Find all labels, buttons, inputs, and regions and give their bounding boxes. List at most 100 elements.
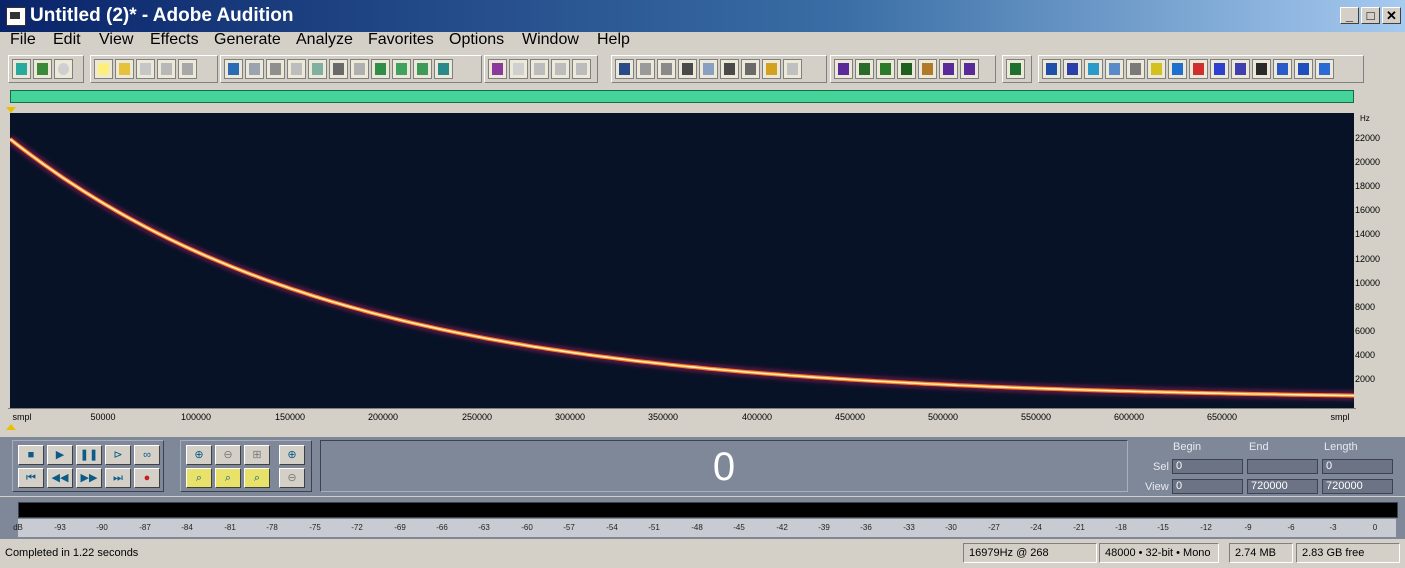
plugin-ff-icon[interactable]	[1168, 59, 1187, 79]
spectral-display[interactable]	[10, 113, 1355, 408]
menu-window[interactable]: Window	[522, 31, 579, 49]
zoom-right-icon[interactable]: ⌕	[244, 468, 270, 488]
waveform-view-icon[interactable]	[12, 59, 31, 79]
start-marker-bottom-icon[interactable]	[6, 424, 16, 430]
level-meter-icon[interactable]	[762, 59, 781, 79]
paste-icon[interactable]	[350, 59, 369, 79]
fast-forward-icon[interactable]: ▶▶	[76, 468, 102, 488]
multitrack-view-icon[interactable]	[33, 59, 52, 79]
status-window-icon[interactable]	[783, 59, 802, 79]
monitor-icon[interactable]	[1006, 59, 1025, 79]
effect-wave-icon[interactable]	[897, 59, 916, 79]
save-as-icon[interactable]	[157, 59, 176, 79]
plugin-grid-icon[interactable]	[1126, 59, 1145, 79]
zoom-selection-icon[interactable]: ⌕	[186, 468, 212, 488]
effect-7-icon[interactable]	[960, 59, 979, 79]
zoom-full-icon[interactable]: ⊞	[244, 445, 270, 465]
window-3-icon[interactable]	[657, 59, 676, 79]
zoom-left-icon[interactable]: ⌕	[215, 468, 241, 488]
undo-icon[interactable]	[224, 59, 243, 79]
menu-edit[interactable]: Edit	[53, 31, 81, 49]
spectral-display-icon[interactable]	[509, 59, 528, 79]
waveform-display-icon[interactable]	[488, 59, 507, 79]
maximize-button[interactable]: □	[1361, 7, 1380, 24]
plugin-varp-icon[interactable]	[1105, 59, 1124, 79]
view-end-field[interactable]: 720000	[1247, 479, 1318, 494]
menu-effects[interactable]: Effects	[150, 31, 199, 49]
plugin-sti-icon[interactable]	[1294, 59, 1313, 79]
save-all-icon[interactable]	[178, 59, 197, 79]
begin-header: Begin	[1173, 441, 1202, 453]
sel-begin-field[interactable]: 0	[1172, 459, 1243, 474]
plugin-ff2-icon[interactable]	[1315, 59, 1334, 79]
plugin-curve-icon[interactable]	[1147, 59, 1166, 79]
play-to-end-icon[interactable]: ⊳	[105, 445, 131, 465]
effect-1-icon[interactable]	[834, 59, 853, 79]
play-icon[interactable]: ▶	[47, 445, 73, 465]
zoom-out-icon[interactable]: ⊖	[215, 445, 241, 465]
save-icon[interactable]	[136, 59, 155, 79]
paste-new-icon[interactable]	[371, 59, 390, 79]
go-to-start-icon[interactable]: ⏮	[18, 468, 44, 488]
copy-icon[interactable]	[287, 59, 306, 79]
repeat-icon[interactable]	[266, 59, 285, 79]
pan-display-icon[interactable]	[551, 59, 570, 79]
selection-window-icon[interactable]	[741, 59, 760, 79]
menu-analyze[interactable]: Analyze	[296, 31, 353, 49]
minimize-button[interactable]: _	[1340, 7, 1359, 24]
window-title: Untitled (2)* - Adobe Audition	[30, 5, 294, 26]
go-to-end-icon[interactable]: ⏭	[105, 468, 131, 488]
zoom-out-vertical-icon[interactable]: ⊖	[279, 468, 305, 488]
mix-paste-icon[interactable]	[392, 59, 411, 79]
trim-icon[interactable]	[413, 59, 432, 79]
sel-end-field[interactable]	[1247, 459, 1318, 474]
meter-unit: dB	[13, 523, 23, 532]
stop-icon[interactable]: ■	[18, 445, 44, 465]
plugin-mq-icon[interactable]	[1084, 59, 1103, 79]
menu-options[interactable]: Options	[449, 31, 504, 49]
effect-irs-icon[interactable]	[855, 59, 874, 79]
effect-6-icon[interactable]	[939, 59, 958, 79]
menu-file[interactable]: File	[10, 31, 36, 49]
sel-length-field[interactable]: 0	[1322, 459, 1393, 474]
menu-generate[interactable]: Generate	[214, 31, 281, 49]
menu-favorites[interactable]: Favorites	[368, 31, 434, 49]
time-window-icon[interactable]	[720, 59, 739, 79]
overview-scroll-bar[interactable]	[10, 90, 1354, 103]
app-icon[interactable]	[6, 7, 26, 26]
new-file-icon[interactable]	[94, 59, 113, 79]
plugin-ap42-icon[interactable]	[1063, 59, 1082, 79]
cut-icon[interactable]	[329, 59, 348, 79]
view-length-field[interactable]: 720000	[1322, 479, 1393, 494]
record-icon[interactable]: ●	[134, 468, 160, 488]
meter-tick: -12	[1200, 523, 1212, 532]
zoom-window-icon[interactable]	[699, 59, 718, 79]
play-window-icon[interactable]	[678, 59, 697, 79]
plugin-itu-icon[interactable]	[1273, 59, 1292, 79]
grid-display-icon[interactable]	[572, 59, 591, 79]
cd-project-icon[interactable]	[54, 59, 73, 79]
plugin-bars-icon[interactable]	[1210, 59, 1229, 79]
close-button[interactable]: ✕	[1382, 7, 1401, 24]
window-1-icon[interactable]	[615, 59, 634, 79]
menu-view[interactable]: View	[99, 31, 133, 49]
open-folder-icon[interactable]	[115, 59, 134, 79]
effect-5-icon[interactable]	[918, 59, 937, 79]
window-2-icon[interactable]	[636, 59, 655, 79]
redo-icon[interactable]	[245, 59, 264, 79]
zoom-in-icon[interactable]: ⊕	[186, 445, 212, 465]
copy-new-icon[interactable]	[308, 59, 327, 79]
effect-ms-icon[interactable]	[876, 59, 895, 79]
pause-icon[interactable]: ❚❚	[76, 445, 102, 465]
loop-icon[interactable]: ∞	[134, 445, 160, 465]
rewind-icon[interactable]: ◀◀	[47, 468, 73, 488]
plugin-red-icon[interactable]	[1189, 59, 1208, 79]
plugin-4-icon[interactable]	[1252, 59, 1271, 79]
plugin-ap4-icon[interactable]	[1042, 59, 1061, 79]
plugin-paren-icon[interactable]	[1231, 59, 1250, 79]
view-begin-field[interactable]: 0	[1172, 479, 1243, 494]
delete-icon[interactable]	[434, 59, 453, 79]
phase-display-icon[interactable]	[530, 59, 549, 79]
menu-help[interactable]: Help	[597, 31, 630, 49]
zoom-in-vertical-icon[interactable]: ⊕	[279, 445, 305, 465]
